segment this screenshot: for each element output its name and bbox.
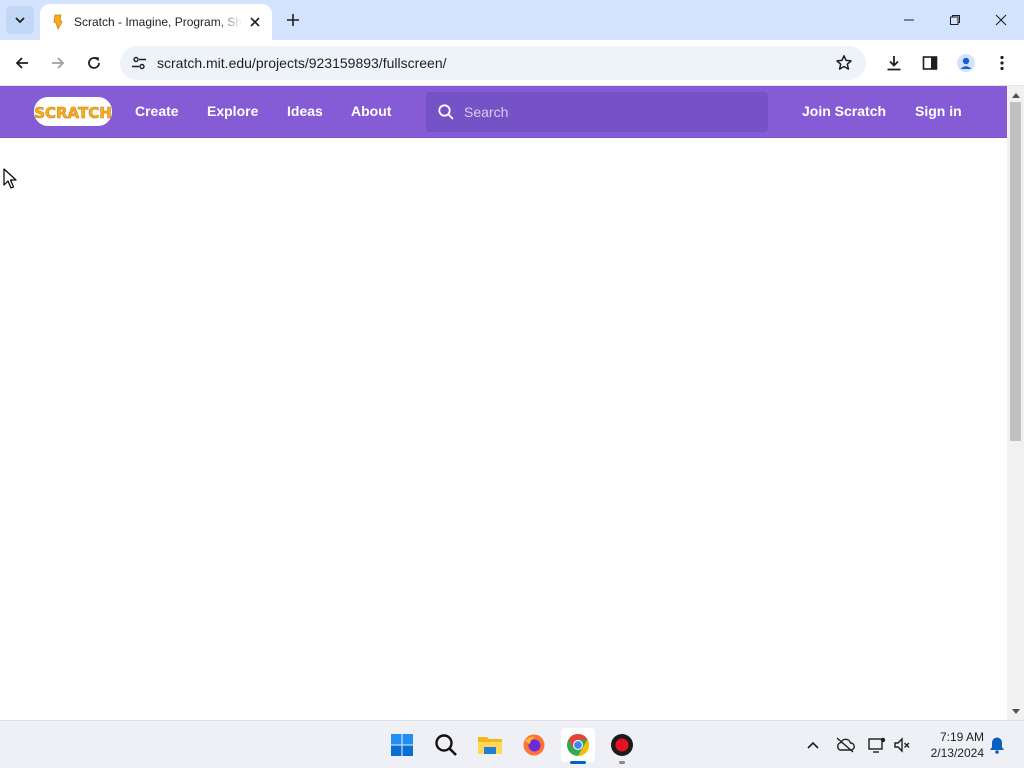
nav-explore-link[interactable]: Explore xyxy=(207,103,258,119)
scroll-up-arrow-icon[interactable] xyxy=(1007,88,1024,102)
screen-recorder-icon[interactable] xyxy=(605,728,639,764)
mouse-cursor-icon xyxy=(3,168,17,189)
show-hidden-icons-chevron-icon[interactable] xyxy=(801,733,825,757)
kebab-menu-icon xyxy=(1000,55,1004,71)
firefox-icon[interactable] xyxy=(517,728,551,762)
search-input[interactable] xyxy=(464,100,754,124)
minimize-button[interactable] xyxy=(886,0,932,40)
minimize-icon xyxy=(904,19,914,21)
scratch-logo[interactable]: SCRATCH xyxy=(34,96,112,127)
browser-titlebar: Scratch - Imagine, Program, Share xyxy=(0,0,1024,40)
side-panel-icon xyxy=(922,56,938,70)
scratch-navbar: SCRATCH Create Explore Ideas About Join … xyxy=(0,86,1007,138)
scratch-cat-icon xyxy=(52,14,66,30)
restore-button[interactable] xyxy=(932,0,978,40)
scrollbar-thumb[interactable] xyxy=(1010,102,1021,441)
reload-icon xyxy=(88,57,100,69)
windows-taskbar: 7:19 AM 2/13/2024 xyxy=(0,720,1024,768)
download-icon xyxy=(887,56,901,71)
scroll-down-arrow-icon[interactable] xyxy=(1007,704,1024,718)
close-window-button[interactable] xyxy=(978,0,1024,40)
running-app-indicator xyxy=(619,761,625,764)
downloads-button[interactable] xyxy=(880,49,908,77)
project-fullscreen-area[interactable] xyxy=(0,139,1007,720)
search-icon xyxy=(438,104,454,120)
profile-avatar-icon xyxy=(957,54,975,72)
network-icon[interactable] xyxy=(865,733,889,757)
nav-about-link[interactable]: About xyxy=(351,103,391,119)
tab-title: Scratch - Imagine, Program, Share xyxy=(74,15,242,29)
file-explorer-icon[interactable] xyxy=(473,728,507,762)
clock-time: 7:19 AM xyxy=(939,730,984,744)
address-bar[interactable]: scratch.mit.edu/projects/923159893/fulls… xyxy=(120,46,866,80)
site-info-icon[interactable] xyxy=(128,52,150,74)
restore-icon xyxy=(950,15,960,25)
tab-search-button[interactable] xyxy=(6,6,34,34)
nav-create-link[interactable]: Create xyxy=(135,103,179,119)
browser-toolbar: scratch.mit.edu/projects/923159893/fulls… xyxy=(0,40,1024,86)
active-app-indicator xyxy=(570,761,586,764)
forward-button[interactable] xyxy=(44,49,72,77)
notification-bell-icon[interactable] xyxy=(985,733,1009,757)
chrome-icon[interactable] xyxy=(561,728,595,764)
browser-menu-button[interactable] xyxy=(988,49,1016,77)
nav-ideas-link[interactable]: Ideas xyxy=(287,103,323,119)
tab-close-icon[interactable] xyxy=(246,13,264,31)
page-scrollbar[interactable] xyxy=(1007,86,1024,720)
back-button[interactable] xyxy=(8,49,36,77)
system-clock[interactable]: 7:19 AM 2/13/2024 xyxy=(920,729,984,761)
onedrive-offline-icon[interactable] xyxy=(833,733,857,757)
side-panel-button[interactable] xyxy=(916,49,944,77)
close-icon xyxy=(995,14,1007,26)
sign-in-link[interactable]: Sign in xyxy=(915,103,962,119)
arrow-right-icon xyxy=(52,57,65,69)
search-icon[interactable] xyxy=(429,728,463,762)
chevron-down-icon xyxy=(15,17,25,24)
volume-muted-icon[interactable] xyxy=(890,733,914,757)
profile-button[interactable] xyxy=(952,49,980,77)
arrow-left-icon xyxy=(15,57,28,69)
new-tab-button[interactable] xyxy=(281,8,305,32)
browser-tab-active[interactable]: Scratch - Imagine, Program, Share xyxy=(40,4,272,40)
join-scratch-link[interactable]: Join Scratch xyxy=(802,103,886,119)
clock-date: 2/13/2024 xyxy=(930,746,984,760)
reload-button[interactable] xyxy=(80,49,108,77)
windows-start-icon[interactable] xyxy=(385,728,419,762)
url-text: scratch.mit.edu/projects/923159893/fulls… xyxy=(157,55,447,71)
bookmark-star-icon[interactable] xyxy=(834,53,854,73)
plus-icon xyxy=(287,14,299,26)
scratch-search-box[interactable] xyxy=(426,92,768,132)
svg-text:SCRATCH: SCRATCH xyxy=(34,104,112,122)
